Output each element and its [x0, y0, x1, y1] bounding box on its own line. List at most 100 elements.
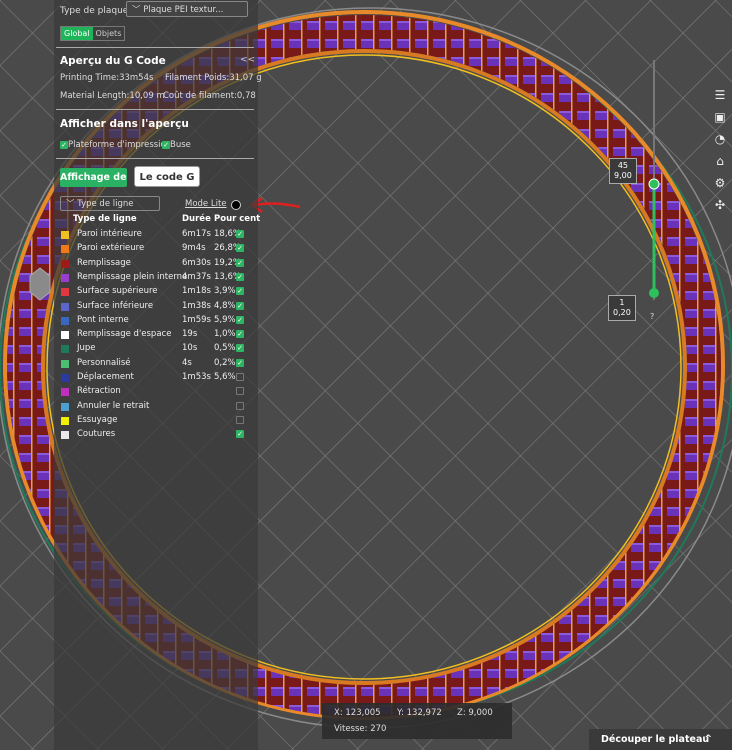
- line-type-row[interactable]: Personnalisé 4s 0,2% ✓: [60, 358, 254, 372]
- color-swatch: [61, 431, 69, 440]
- line-type-name: Rétraction: [77, 386, 121, 397]
- top-layer-height: 9,00: [614, 171, 632, 180]
- color-swatch: [61, 231, 69, 239]
- line-type-checkbox[interactable]: ✓: [236, 244, 244, 253]
- display-section-title: Afficher dans l'aperçu: [60, 118, 189, 130]
- line-type-percent: 1,0%: [214, 329, 236, 340]
- coord-y: Y: 132,972: [397, 708, 442, 718]
- color-swatch: [61, 245, 69, 254]
- line-type-row[interactable]: Essuyage: [60, 415, 254, 429]
- top-layer-number: 45: [617, 161, 628, 170]
- line-type-select[interactable]: ﹀ Type de ligne: [60, 196, 160, 211]
- plate-type-select[interactable]: ﹀ Plaque PEI textur...: [126, 1, 248, 17]
- slice-plate-label: Découper le plateau: [601, 734, 710, 745]
- line-type-checkbox[interactable]: ✓: [236, 258, 244, 267]
- slice-plate-button[interactable]: Découper le plateau ^: [589, 729, 732, 750]
- line-type-percent: 5,6%: [214, 372, 236, 382]
- caret-up-icon[interactable]: ^: [704, 729, 712, 750]
- layer-slider-bottom-handle[interactable]: [649, 288, 659, 298]
- line-type-row[interactable]: Remplissage plein interne 4m37s 13,6% ✓: [60, 272, 254, 286]
- fit-icon[interactable]: ▣: [708, 106, 732, 128]
- line-type-duration: 6m30s: [182, 257, 211, 268]
- header-duration: Durée: [182, 214, 211, 224]
- gcode-button[interactable]: Le code G: [134, 166, 200, 187]
- layer-slider-top-handle[interactable]: [648, 178, 660, 190]
- support-icon[interactable]: ⌂: [708, 150, 732, 172]
- speed-icon[interactable]: ◔: [708, 128, 732, 150]
- display-button[interactable]: Affichage des: [60, 168, 127, 187]
- layers-icon[interactable]: ☰: [708, 84, 732, 106]
- line-type-name: Remplissage d'espace: [77, 329, 172, 340]
- line-type-duration: 6m17s: [182, 229, 211, 239]
- color-swatch: [61, 273, 69, 282]
- line-type-checkbox[interactable]: ✓: [236, 344, 244, 353]
- color-swatch: [61, 416, 69, 425]
- filament-cost: Coût de filament:0,78: [163, 91, 256, 101]
- line-type-row[interactable]: Paroi extérieure 9m4s 26,8% ✓: [60, 243, 254, 257]
- line-type-name: Annuler le retrait: [77, 400, 150, 411]
- line-type-name: Remplissage plein interne: [77, 271, 188, 282]
- line-type-name: Déplacement: [77, 372, 134, 382]
- line-type-checkbox[interactable]: [236, 373, 244, 381]
- mode-lite-toggle[interactable]: [231, 200, 241, 210]
- line-type-checkbox[interactable]: ✓: [236, 358, 244, 367]
- preview-panel: Type de plaque ﹀ Plaque PEI textur... Gl…: [54, 0, 262, 750]
- color-swatch: [61, 345, 69, 354]
- mode-lite-link[interactable]: Mode Lite: [185, 199, 227, 209]
- line-type-duration: 10s: [182, 343, 198, 354]
- help-icon[interactable]: ?: [650, 312, 654, 321]
- plate-checkbox[interactable]: ✓Plateforme d'impressio: [60, 140, 166, 150]
- tab-objects[interactable]: Objets: [93, 27, 125, 40]
- filament-weight: Filament Poids:31,07 g: [165, 73, 262, 83]
- line-type-checkbox[interactable]: ✓: [236, 330, 244, 339]
- color-swatch: [61, 316, 69, 325]
- line-type-row[interactable]: Remplissage 6m30s 19,2% ✓: [60, 258, 254, 272]
- line-type-row[interactable]: Déplacement 1m53s 5,6%: [60, 372, 254, 386]
- color-swatch: [61, 331, 69, 340]
- line-type-row[interactable]: Rétraction: [60, 386, 254, 400]
- check-icon: ✓: [162, 140, 170, 149]
- line-type-row[interactable]: Surface inférieure 1m38s 4,8% ✓: [60, 301, 254, 315]
- line-type-name: Personnalisé: [77, 357, 131, 368]
- divider: [56, 47, 254, 48]
- color-swatch: [61, 288, 69, 297]
- line-type-checkbox[interactable]: ✓: [236, 272, 244, 281]
- line-type-row[interactable]: Annuler le retrait: [60, 401, 254, 415]
- scope-tabs: Global Objets: [60, 26, 126, 41]
- line-type-duration: 9m4s: [182, 243, 206, 254]
- tab-global[interactable]: Global: [61, 27, 93, 40]
- nozzle-checkbox[interactable]: ✓Buse: [162, 140, 191, 150]
- plate-checkbox-label: Plateforme d'impressio: [68, 140, 166, 150]
- line-type-duration: 1m38s: [182, 300, 211, 311]
- line-type-name: Paroi intérieure: [77, 229, 142, 239]
- multi-icon[interactable]: ✣: [708, 194, 732, 216]
- speed-readout: Vitesse: 270: [334, 724, 387, 734]
- line-type-checkbox[interactable]: ✓: [236, 230, 244, 238]
- line-type-row[interactable]: Pont interne 1m59s 5,9% ✓: [60, 315, 254, 329]
- line-type-row[interactable]: Coutures ✓: [60, 429, 254, 443]
- line-type-duration: 1m53s: [182, 372, 211, 382]
- line-type-checkbox[interactable]: [236, 401, 244, 410]
- gcode-preview-title: Aperçu du G Code: [60, 55, 166, 67]
- line-type-row[interactable]: Remplissage d'espace 19s 1,0% ✓: [60, 329, 254, 343]
- line-type-checkbox[interactable]: [236, 415, 244, 424]
- line-type-percent: 0,2%: [214, 357, 236, 368]
- line-type-row[interactable]: Surface supérieure 1m18s 3,9% ✓: [60, 286, 254, 300]
- line-type-checkbox[interactable]: ✓: [236, 315, 244, 324]
- collapse-button[interactable]: <<: [240, 55, 255, 65]
- settings-icon[interactable]: ⚙: [708, 172, 732, 194]
- bottom-layer-label: 1 0,20: [608, 295, 636, 321]
- coordinates-status: X: 123,005 Y: 132,972 Z: 9,000 Vitesse: …: [322, 703, 512, 739]
- line-type-percent: 4,8%: [214, 300, 236, 311]
- line-type-row[interactable]: Jupe 10s 0,5% ✓: [60, 343, 254, 357]
- line-type-duration: 4m37s: [182, 271, 211, 282]
- check-icon: ✓: [60, 140, 68, 149]
- color-swatch: [61, 259, 69, 268]
- line-type-checkbox[interactable]: ✓: [236, 287, 244, 296]
- line-type-row[interactable]: Paroi intérieure 6m17s 18,6% ✓: [60, 229, 254, 243]
- divider: [56, 109, 254, 110]
- line-type-checkbox[interactable]: ✓: [236, 301, 244, 310]
- line-type-checkbox[interactable]: [236, 387, 244, 396]
- line-type-checkbox[interactable]: ✓: [236, 430, 244, 439]
- plate-type-label: Type de plaque: [60, 6, 129, 16]
